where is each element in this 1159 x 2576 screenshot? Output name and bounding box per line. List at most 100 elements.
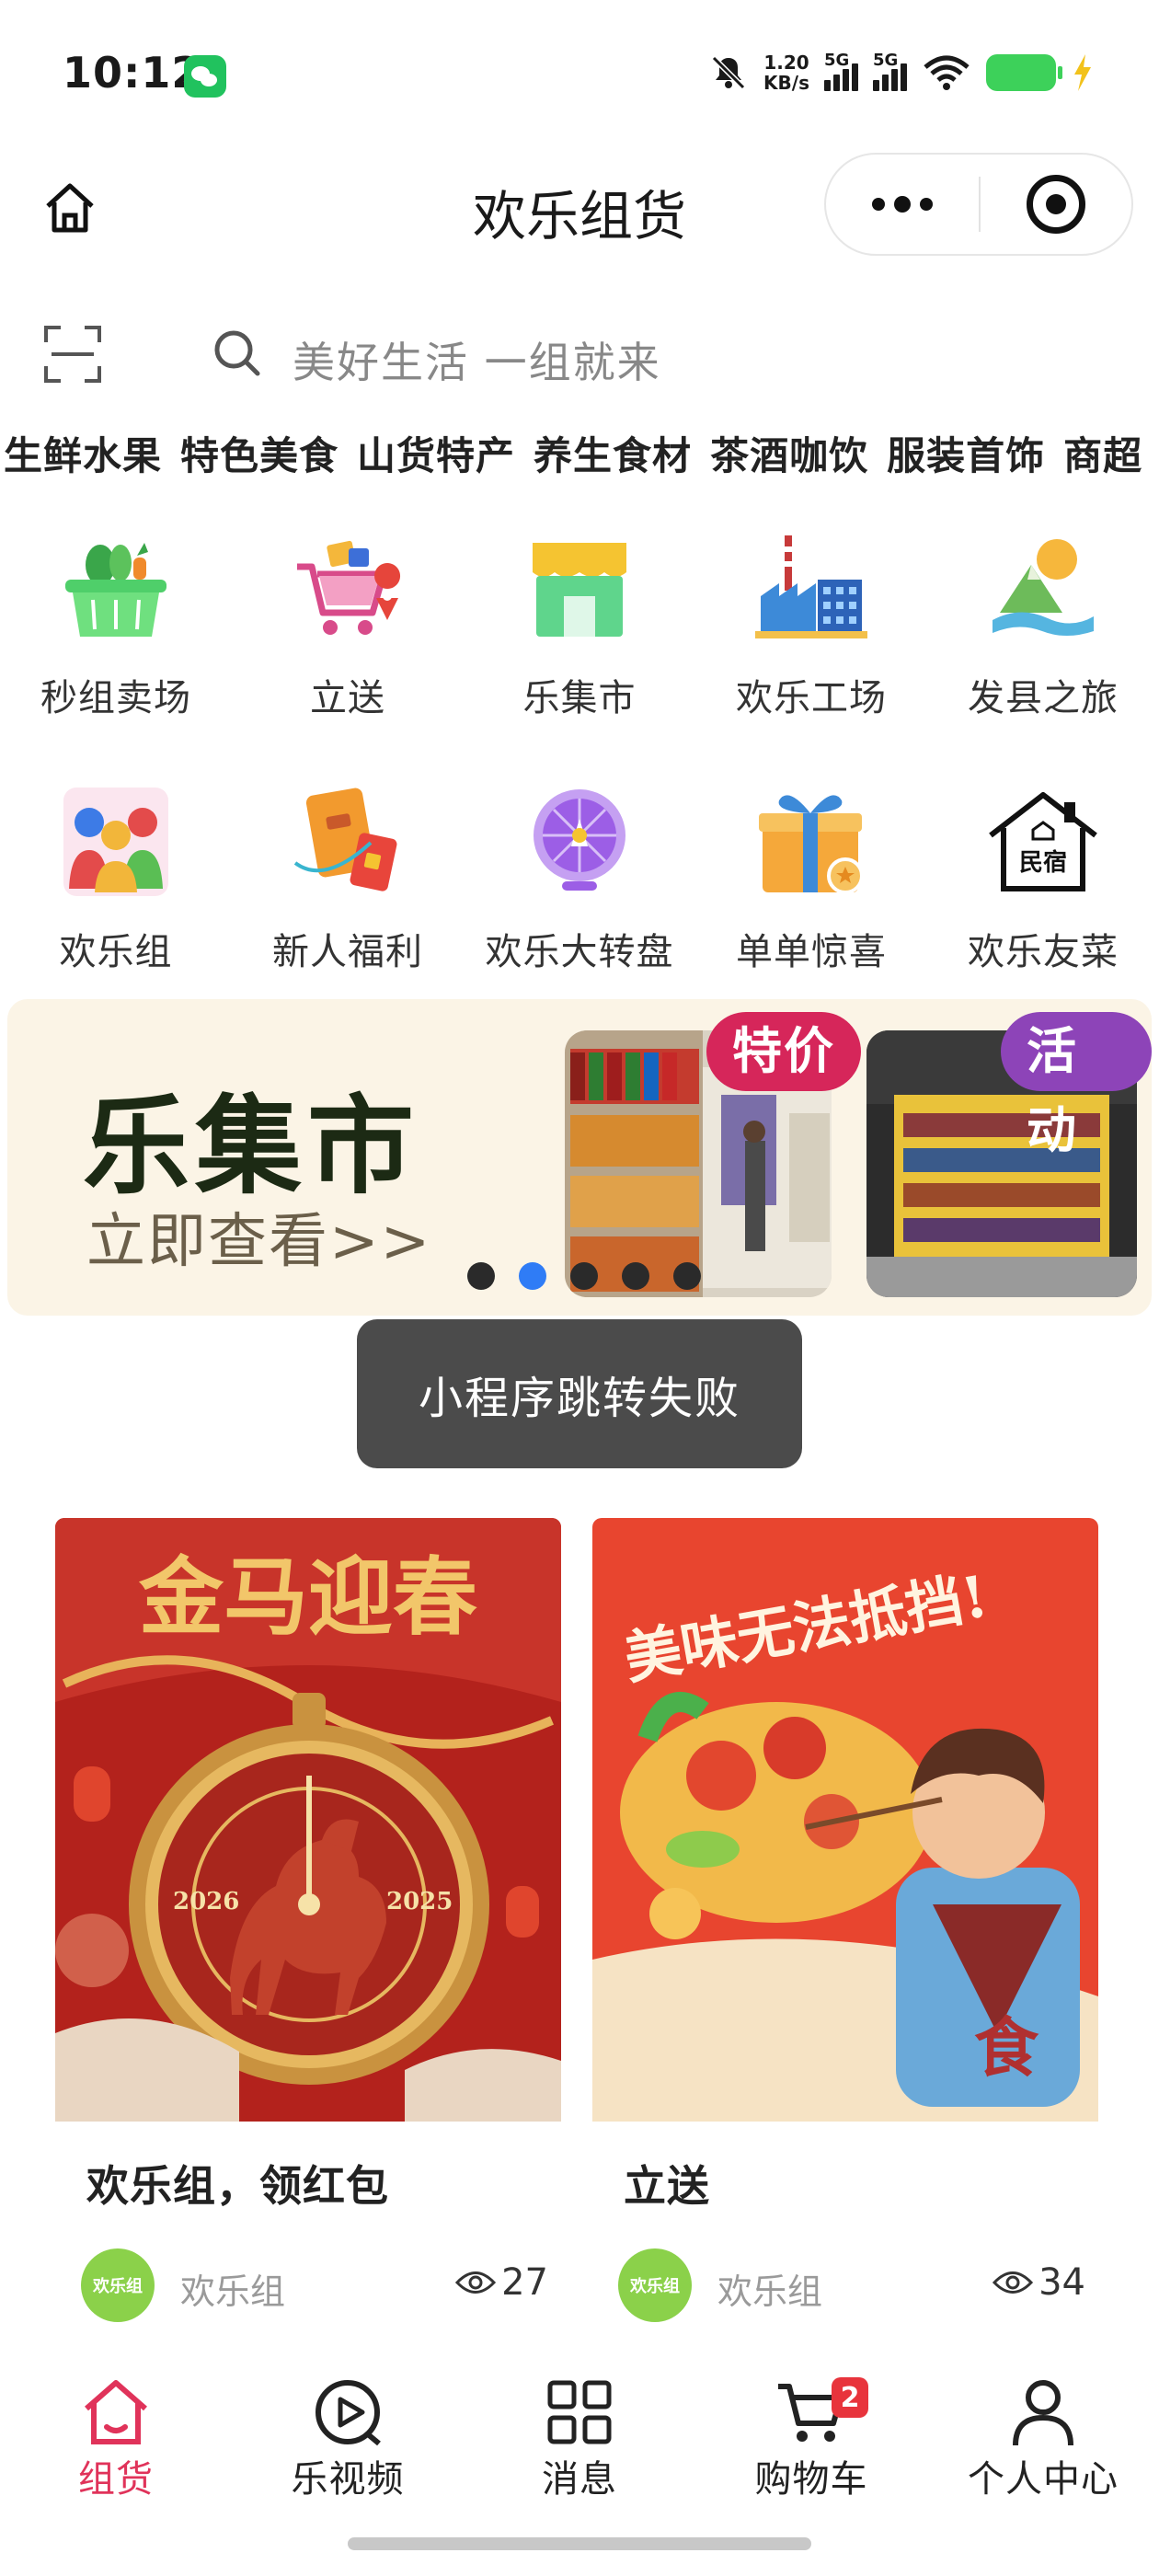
more-dot-icon <box>872 198 885 211</box>
signal-5g-icon: 5G <box>824 51 858 91</box>
more-menu-button[interactable] <box>826 155 979 254</box>
status-bar: 10:12 1.20 KB/s 5G 5G <box>0 0 1159 147</box>
tab-label: 消息 <box>542 2458 617 2501</box>
tab-label: 个人中心 <box>968 2458 1119 2501</box>
wechat-notification-icon <box>184 55 226 98</box>
signal-5g-icon: 5G <box>873 51 907 91</box>
quick-entry-grid: 秒组卖场 立送 乐集市 欢乐工场 发县之旅 欢乐组 新人福利 欢乐大转盘 单单惊… <box>0 515 1159 1023</box>
category-tab[interactable]: 服装首饰 <box>887 425 1045 481</box>
network-speed: 1.20 KB/s <box>763 52 809 93</box>
tab-label: 组货 <box>78 2458 154 2501</box>
factory-icon <box>755 535 867 638</box>
feed-card[interactable]: 美味无法抵挡! 食 立送 欢乐组 欢乐组 34 <box>592 1518 1098 2324</box>
carousel-dot[interactable] <box>570 1262 598 1290</box>
network-speed-value: 1.20 <box>763 52 809 74</box>
entry-happy-group[interactable]: 欢乐组 <box>0 769 232 1023</box>
entry-label: 立送 <box>310 677 385 719</box>
tasty-food-poster: 美味无法抵挡! 食 <box>592 1518 1098 2122</box>
entry-order-surprise[interactable]: 单单惊喜 <box>695 769 927 1023</box>
category-tab[interactable]: 特色美食 <box>180 425 339 481</box>
entry-happy-market[interactable]: 乐集市 <box>464 515 695 769</box>
entry-label: 乐集市 <box>522 677 637 719</box>
group-people-icon <box>63 788 168 896</box>
tab-label: 购物车 <box>754 2458 868 2501</box>
tab-messages[interactable]: 消息 <box>464 2355 695 2512</box>
category-tab[interactable]: 茶酒咖饮 <box>710 425 868 481</box>
entry-label: 欢乐组 <box>59 931 173 973</box>
search-input[interactable]: 美好生活 一组就来 <box>293 329 661 390</box>
entry-label: 新人福利 <box>272 931 423 973</box>
video-play-icon <box>316 2380 381 2446</box>
avatar: 欢乐组 <box>618 2248 692 2322</box>
more-dot-icon <box>920 198 933 211</box>
view-count-value: 34 <box>1039 2261 1085 2304</box>
entry-label: 单单惊喜 <box>736 931 887 973</box>
home-indicator <box>348 2537 811 2550</box>
card-title: 欢乐组，领红包 <box>86 2161 389 2211</box>
mountain-travel-icon <box>993 539 1094 636</box>
feed-card[interactable]: 金马迎春 2026 2025 欢乐组，领红包 欢乐组 欢乐组 27 <box>55 1518 561 2324</box>
search-icon <box>214 330 260 376</box>
eye-icon <box>993 2271 1034 2294</box>
view-count: 27 <box>455 2261 548 2304</box>
user-icon <box>1013 2380 1073 2446</box>
cart-count-badge: 2 <box>832 2377 868 2418</box>
close-mini-program-button[interactable] <box>981 155 1131 254</box>
card-author: 欢乐组 <box>180 2271 286 2312</box>
carousel-dot[interactable] <box>519 1262 546 1290</box>
tab-label: 乐视频 <box>291 2458 405 2501</box>
entry-prize-wheel[interactable]: 欢乐大转盘 <box>464 769 695 1023</box>
prize-wheel-icon <box>534 789 625 891</box>
category-tab[interactable]: 生鲜水果 <box>4 425 162 481</box>
poster-year-right: 2025 <box>386 1888 453 1915</box>
signal-label: 5G <box>873 51 899 70</box>
category-tab[interactable]: 山货特产 <box>357 425 515 481</box>
shopping-basket-icon <box>65 543 166 637</box>
status-time: 10:12 <box>63 48 202 98</box>
entry-instant-delivery[interactable]: 立送 <box>232 515 464 769</box>
scan-qr-icon[interactable] <box>42 324 103 385</box>
carousel-dot[interactable] <box>673 1262 701 1290</box>
apron-text: 食 <box>974 2009 1039 2086</box>
tab-group-buy[interactable]: 组货 <box>0 2355 232 2512</box>
search-row: 美好生活 一组就来 <box>0 304 1159 405</box>
special-price-tag: 特价 <box>706 1012 861 1091</box>
grid-icon <box>547 2380 612 2444</box>
entry-label: 欢乐工场 <box>736 677 887 719</box>
market-stall-icon <box>533 543 626 637</box>
poster-headline: 金马迎春 <box>138 1547 477 1647</box>
carousel-dot[interactable] <box>467 1262 495 1290</box>
entry-label: 秒组卖场 <box>40 677 191 719</box>
mini-program-capsule <box>824 153 1133 256</box>
carousel-dot[interactable] <box>622 1262 649 1290</box>
category-tab[interactable]: 商超 <box>1063 425 1142 481</box>
entry-happy-friends-dish[interactable]: 民宿 欢乐友菜 <box>927 769 1159 1023</box>
view-count-value: 27 <box>501 2261 548 2304</box>
more-dot-icon <box>894 196 911 213</box>
card-title: 立送 <box>624 2161 710 2211</box>
card-meta: 欢乐组 欢乐组 27 <box>55 2241 561 2324</box>
tab-videos[interactable]: 乐视频 <box>232 2355 464 2512</box>
status-icons: 1.20 KB/s 5G 5G <box>708 50 1095 96</box>
banner-view-link[interactable]: 立即查看>> <box>86 1194 431 1279</box>
entry-label: 欢乐友菜 <box>968 931 1119 973</box>
promo-banner-carousel[interactable]: 乐集市 立即查看>> 特价 活动 <box>7 999 1152 1316</box>
tab-cart[interactable]: 2 购物车 <box>695 2355 927 2512</box>
delivery-cart-icon <box>297 540 401 635</box>
tab-profile[interactable]: 个人中心 <box>927 2355 1159 2512</box>
entry-happy-factory[interactable]: 欢乐工场 <box>695 515 927 769</box>
entry-county-trip[interactable]: 发县之旅 <box>927 515 1159 769</box>
mini-program-nav-bar: 欢乐组货 <box>0 147 1159 267</box>
category-tab[interactable]: 养生食材 <box>534 425 692 481</box>
target-close-icon <box>1026 175 1085 234</box>
entry-seckill-market[interactable]: 秒组卖场 <box>0 515 232 769</box>
entry-newcomer-benefit[interactable]: 新人福利 <box>232 769 464 1023</box>
signal-label: 5G <box>824 51 850 70</box>
battery-icon <box>986 54 1062 91</box>
card-meta: 欢乐组 欢乐组 34 <box>592 2241 1098 2324</box>
poster-year-left: 2026 <box>173 1888 239 1915</box>
view-count: 34 <box>993 2261 1085 2304</box>
home-icon <box>85 2380 147 2444</box>
entry-label: 欢乐大转盘 <box>485 931 674 973</box>
homestay-icon: 民宿 <box>989 792 1097 891</box>
